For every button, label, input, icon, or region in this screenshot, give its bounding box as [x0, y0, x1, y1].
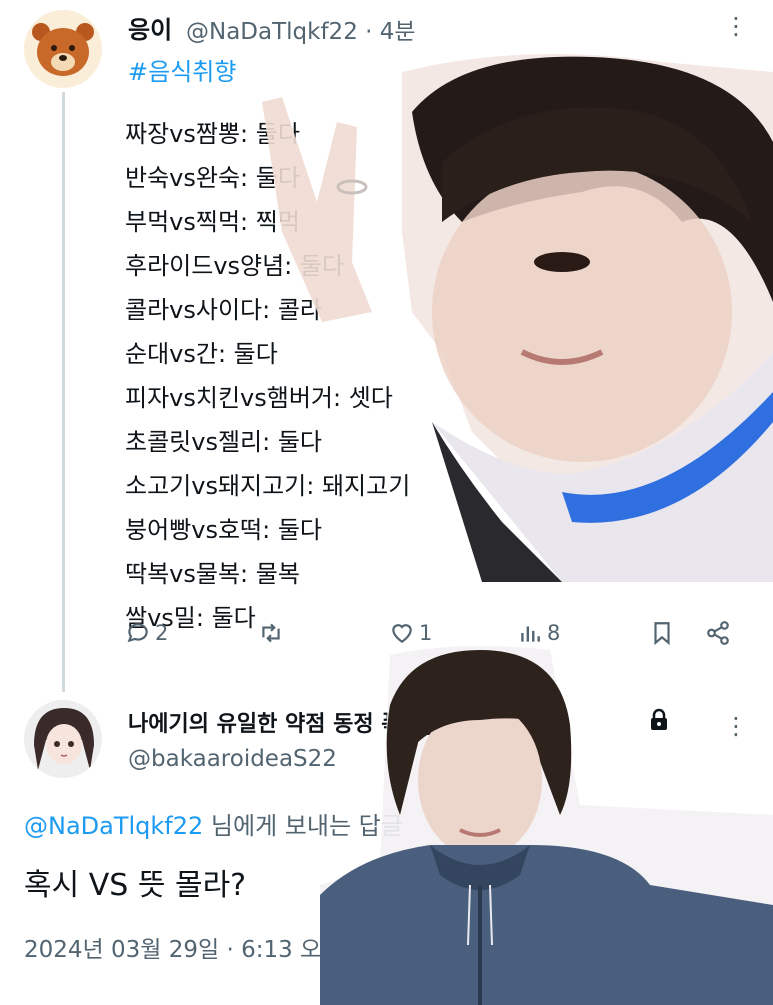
tweet: 응이 @NaDaTlqkf22 · 4분 ⋮ #음식취향 짜장vs짬뽕: 둘다 …	[0, 0, 773, 692]
like-button[interactable]: 1	[389, 620, 432, 646]
heart-icon	[392, 624, 412, 643]
overlay-photo-person-peace-sign	[262, 54, 773, 582]
bookmark-icon	[654, 622, 670, 646]
reply-count: 2	[155, 621, 169, 645]
share-button[interactable]	[705, 620, 731, 646]
bear-avatar-icon	[24, 10, 102, 88]
views-count: 8	[547, 621, 561, 645]
views-button[interactable]: 8	[517, 620, 560, 646]
author-handle-time[interactable]: @NaDaTlqkf22 · 4분	[186, 12, 416, 46]
overlay-photo-person-hoodie	[320, 646, 773, 1005]
reply-icon	[127, 623, 148, 643]
reply-avatar[interactable]	[24, 700, 102, 778]
anime-girl-avatar-icon	[24, 700, 102, 778]
bookmark-button[interactable]	[649, 620, 675, 646]
author-name[interactable]: 응이	[128, 10, 172, 45]
reply-author-handle[interactable]: @bakaaroideaS22	[128, 746, 337, 772]
retweet-button[interactable]	[258, 620, 288, 646]
replying-mention-link[interactable]: @NaDaTlqkf22	[24, 812, 203, 840]
views-icon	[521, 626, 540, 642]
more-options-icon[interactable]: ⋮	[724, 12, 748, 40]
share-icon	[707, 621, 729, 645]
thread-connector-line	[62, 92, 65, 692]
retweet-icon	[262, 623, 280, 643]
avatar[interactable]	[24, 10, 102, 88]
like-count: 1	[419, 621, 433, 645]
reply-body-text: 혹시 VS 뜻 몰라?	[24, 868, 247, 903]
hashtag-link[interactable]: #음식취향	[128, 52, 236, 87]
reply-button[interactable]: 2	[125, 620, 168, 646]
